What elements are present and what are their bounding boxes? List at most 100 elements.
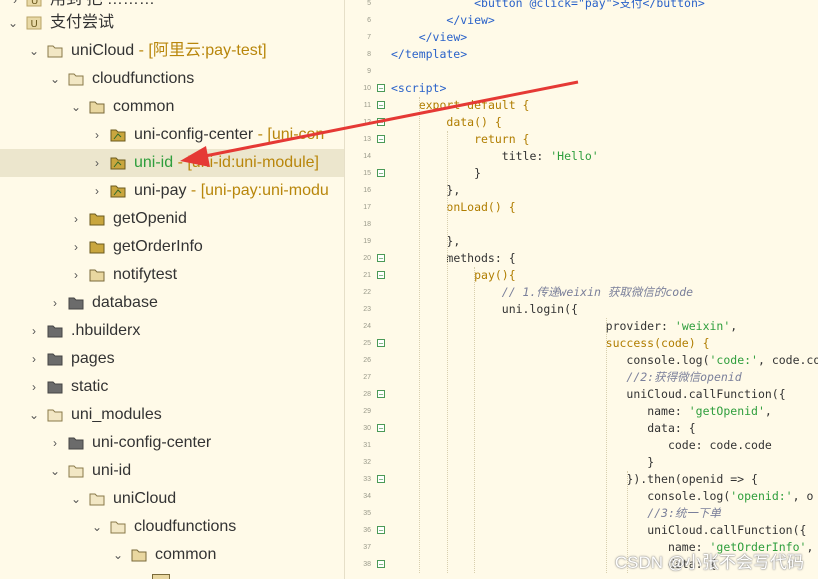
line-number: 32 <box>363 459 371 466</box>
code-line[interactable]: 24 provider: 'weixin', <box>345 318 818 335</box>
fold-toggle-icon[interactable]: − <box>377 254 385 263</box>
tree-node-static[interactable]: › static <box>0 373 344 401</box>
chevron-down-icon[interactable]: ⌄ <box>48 65 62 93</box>
code-line[interactable]: 19 }, <box>345 233 818 250</box>
tree-node-hbuilderx[interactable]: › .hbuilderx <box>0 317 344 345</box>
tree-node-getopenid[interactable]: › getOpenid <box>0 205 344 233</box>
tree-node-uni-modules[interactable]: ⌄ uni_modules <box>0 401 344 429</box>
code-line[interactable]: 16 }, <box>345 182 818 199</box>
tree-node-getorderinfo[interactable]: › getOrderInfo <box>0 233 344 261</box>
fold-toggle-icon[interactable]: − <box>377 390 385 399</box>
code-line[interactable]: 5 <button @click="pay">支付</button> <box>345 0 818 12</box>
tree-node-notifytest[interactable]: › notifytest <box>0 261 344 289</box>
code-text: </template> <box>391 47 468 61</box>
tree-node-uni-modules-uni-id[interactable]: ⌄ uni-id <box>0 457 344 485</box>
code-text: uniCloud.callFunction({ <box>647 523 807 537</box>
code-line[interactable]: 27 //2:获得微信openid <box>345 369 818 386</box>
tree-node-uni-modules-uni-config-center[interactable]: › uni-config-center <box>0 429 344 457</box>
chevron-down-icon[interactable]: ⌄ <box>6 9 20 37</box>
chevron-down-icon[interactable]: ⌄ <box>69 485 83 513</box>
tree-node-project-pay[interactable]: ⌄ U 支付尝试 <box>0 9 344 37</box>
chevron-right-icon[interactable]: › <box>27 373 41 401</box>
fold-toggle-icon[interactable]: − <box>377 526 385 535</box>
code-text: code: code.code <box>667 438 772 452</box>
chevron-down-icon[interactable]: ⌄ <box>90 513 104 541</box>
code-text: <button @click="pay">支付</button> <box>474 0 705 10</box>
line-number: 36 <box>363 527 371 534</box>
tree-node-label: uni-config-center <box>134 126 254 143</box>
tree-node-pages[interactable]: › pages <box>0 345 344 373</box>
tree-node-uni-pay[interactable]: › uni-pay - [uni-pay:uni-modu <box>0 177 344 205</box>
code-line[interactable]: 28− uniCloud.callFunction({ <box>345 386 818 403</box>
chevron-down-icon[interactable]: ⌄ <box>69 93 83 121</box>
fold-toggle-icon[interactable]: − <box>377 118 385 127</box>
code-line[interactable]: 29 name: 'getOpenid', <box>345 403 818 420</box>
chevron-right-icon[interactable]: › <box>69 233 83 261</box>
code-line[interactable]: 6 </view> <box>345 12 818 29</box>
code-line[interactable]: 20− methods: { <box>345 250 818 267</box>
fold-toggle-icon[interactable]: − <box>377 169 385 178</box>
code-line[interactable]: 21− pay(){ <box>345 267 818 284</box>
tree-node-uni-id-common[interactable]: ⌄ common <box>0 541 344 569</box>
code-line[interactable]: 32 } <box>345 454 818 471</box>
tree-node-label: getOrderInfo <box>113 238 203 255</box>
code-line[interactable]: 25− success(code) { <box>345 335 818 352</box>
code-line[interactable]: 31 code: code.code <box>345 437 818 454</box>
tree-node-suffix: - [uni-con <box>253 126 325 143</box>
code-line[interactable]: 13− return { <box>345 131 818 148</box>
code-line[interactable]: 17 onLoad() { <box>345 199 818 216</box>
code-line[interactable]: 36− uniCloud.callFunction({ <box>345 522 818 539</box>
code-text: methods: { <box>446 251 516 265</box>
chevron-down-icon[interactable]: ⌄ <box>27 401 41 429</box>
fold-toggle-icon[interactable]: − <box>377 101 385 110</box>
chevron-right-icon[interactable]: › <box>27 345 41 373</box>
tree-node-unicloud[interactable]: ⌄ uniCloud - [阿里云:pay-test] <box>0 37 344 65</box>
fold-toggle-icon[interactable]: − <box>377 475 385 484</box>
chevron-right-icon[interactable]: › <box>90 177 104 205</box>
fold-toggle-icon[interactable]: − <box>377 339 385 348</box>
code-line[interactable]: 22 // 1.传递weixin 获取微信的code <box>345 284 818 301</box>
chevron-right-icon[interactable]: › <box>90 121 104 149</box>
chevron-down-icon[interactable]: ⌄ <box>27 37 41 65</box>
chevron-right-icon[interactable]: › <box>48 429 62 457</box>
tree-node-uni-id-unicloud[interactable]: ⌄ uniCloud <box>0 485 344 513</box>
chevron-right-icon[interactable]: › <box>27 317 41 345</box>
tree-node-label: .hbuilderx <box>71 322 141 339</box>
fold-toggle-icon[interactable]: − <box>377 84 385 93</box>
code-line[interactable]: 34 console.log('openid:', o <box>345 488 818 505</box>
chevron-right-icon[interactable]: › <box>69 205 83 233</box>
fold-toggle-icon[interactable]: − <box>377 271 385 280</box>
code-line[interactable]: 9 <box>345 63 818 80</box>
tree-node-cloudfunctions[interactable]: ⌄ cloudfunctions <box>0 65 344 93</box>
code-line[interactable]: 7 </view> <box>345 29 818 46</box>
code-line[interactable]: 8 </template> <box>345 46 818 63</box>
code-line[interactable]: 15− } <box>345 165 818 182</box>
tree-node-common[interactable]: ⌄ common <box>0 93 344 121</box>
line-number: 6 <box>367 17 371 24</box>
chevron-right-icon[interactable]: › <box>90 149 104 177</box>
folder-icon <box>89 241 105 254</box>
chevron-right-icon[interactable]: › <box>48 289 62 317</box>
code-line[interactable]: 30− data: { <box>345 420 818 437</box>
chevron-right-icon[interactable]: › <box>69 261 83 289</box>
code-line[interactable]: 12− data() { <box>345 114 818 131</box>
code-line[interactable]: 11− export default { <box>345 97 818 114</box>
code-line[interactable]: 23 uni.login({ <box>345 301 818 318</box>
tree-node-uni-config-center[interactable]: › uni-config-center - [uni-con <box>0 121 344 149</box>
code-line[interactable]: 26 console.log('code:', code.co <box>345 352 818 369</box>
fold-toggle-icon[interactable]: − <box>377 560 385 569</box>
code-text: provider: 'weixin', <box>605 319 738 333</box>
code-line[interactable]: 35 //3:统一下单 <box>345 505 818 522</box>
code-line[interactable]: 10− <script> <box>345 80 818 97</box>
code-editor[interactable]: 5 <button @click="pay">支付</button> 6 </vi… <box>345 0 818 579</box>
tree-node-uni-id-selected[interactable]: › uni-id - [uni-id:uni-module] <box>0 149 344 177</box>
fold-toggle-icon[interactable]: − <box>377 135 385 144</box>
tree-node-uni-id-cloudfunctions[interactable]: ⌄ cloudfunctions <box>0 513 344 541</box>
chevron-down-icon[interactable]: ⌄ <box>111 541 125 569</box>
chevron-down-icon[interactable]: ⌄ <box>48 457 62 485</box>
tree-node-database[interactable]: › database <box>0 289 344 317</box>
code-line[interactable]: 18 <box>345 216 818 233</box>
code-line[interactable]: 33− }).then(openid => { <box>345 471 818 488</box>
fold-toggle-icon[interactable]: − <box>377 424 385 433</box>
code-line[interactable]: 14 title: 'Hello' <box>345 148 818 165</box>
